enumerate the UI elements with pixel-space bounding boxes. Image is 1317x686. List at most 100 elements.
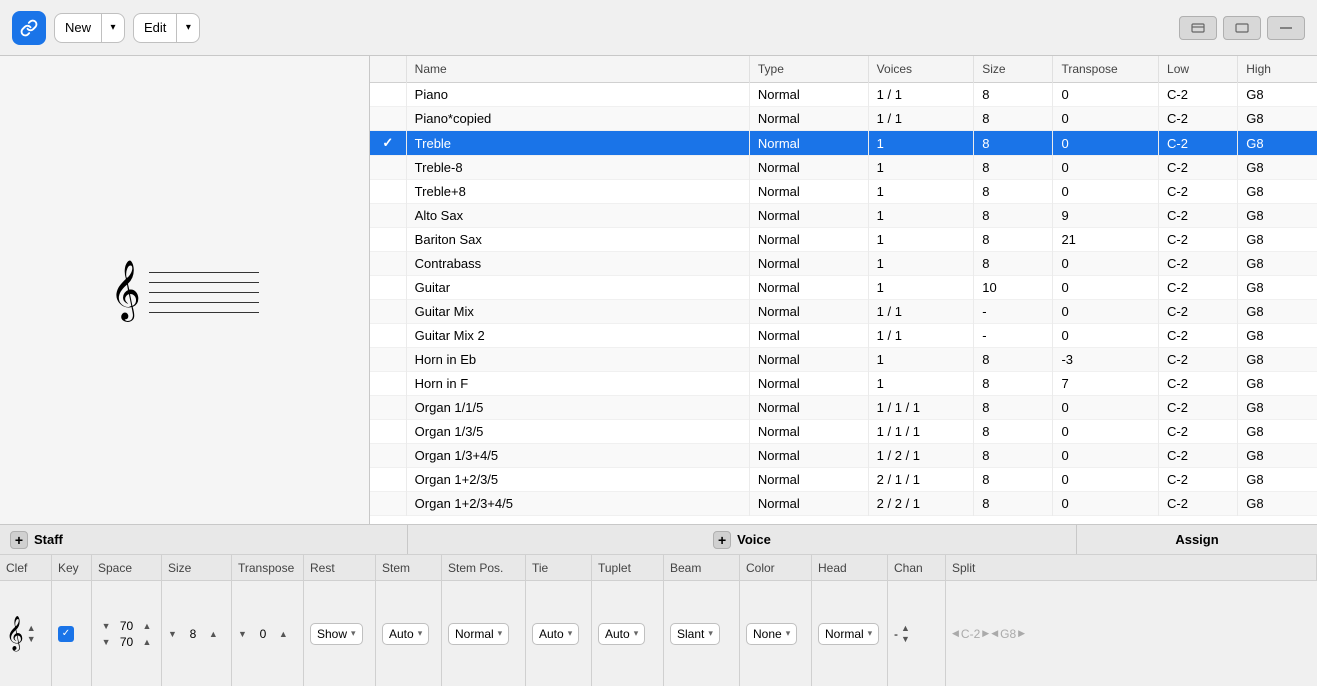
- window-btn-3[interactable]: [1267, 16, 1305, 40]
- new-split-button[interactable]: New ▾: [54, 13, 125, 43]
- row-voices: 1: [868, 372, 974, 396]
- row-voices: 1: [868, 228, 974, 252]
- row-type: Normal: [749, 300, 868, 324]
- tuplet-dropdown-arrow: ▾: [634, 628, 639, 639]
- ctrl-key: [52, 581, 92, 686]
- table-row[interactable]: Organ 1+2/3+4/5Normal2 / 2 / 180C-2G8: [370, 492, 1317, 516]
- row-check: [370, 468, 406, 492]
- row-check: [370, 228, 406, 252]
- link-button[interactable]: [12, 11, 46, 45]
- row-type: Normal: [749, 131, 868, 156]
- space2-down[interactable]: ▼: [102, 637, 111, 647]
- tie-dropdown[interactable]: Auto ▾: [532, 623, 579, 645]
- table-row[interactable]: Treble-8Normal180C-2G8: [370, 156, 1317, 180]
- table-row[interactable]: PianoNormal1 / 180C-2G8: [370, 83, 1317, 107]
- split-high-value: G8: [1000, 627, 1016, 641]
- table-row[interactable]: Organ 1/1/5Normal1 / 1 / 180C-2G8: [370, 396, 1317, 420]
- space-stepper-2: ▼ 70 ▲: [102, 635, 152, 649]
- table-row[interactable]: ContrabassNormal180C-2G8: [370, 252, 1317, 276]
- row-transpose: 0: [1053, 396, 1159, 420]
- row-type: Normal: [749, 324, 868, 348]
- space1-up[interactable]: ▲: [143, 621, 152, 631]
- edit-dropdown-arrow[interactable]: ▾: [177, 14, 199, 42]
- col-header-voices: Voices: [868, 56, 974, 83]
- rest-dropdown[interactable]: Show ▾: [310, 623, 363, 645]
- row-name: Guitar: [406, 276, 749, 300]
- table-row[interactable]: Piano*copiedNormal1 / 180C-2G8: [370, 107, 1317, 131]
- row-name: Horn in F: [406, 372, 749, 396]
- row-voices: 1: [868, 348, 974, 372]
- tuplet-dropdown[interactable]: Auto ▾: [598, 623, 645, 645]
- clef-up-arrow[interactable]: ▲: [27, 623, 36, 633]
- table-row[interactable]: Organ 1+2/3/5Normal2 / 1 / 180C-2G8: [370, 468, 1317, 492]
- row-voices: 1: [868, 180, 974, 204]
- stem-dropdown-arrow: ▾: [418, 628, 423, 639]
- table-row[interactable]: Bariton SaxNormal1821C-2G8: [370, 228, 1317, 252]
- row-name: Organ 1/3+4/5: [406, 444, 749, 468]
- new-button-label: New: [55, 14, 102, 42]
- split-high-left-arrow[interactable]: ◀: [991, 628, 998, 639]
- table-row[interactable]: Horn in EbNormal18-3C-2G8: [370, 348, 1317, 372]
- window-btn-2[interactable]: [1223, 16, 1261, 40]
- transpose-down[interactable]: ▼: [238, 629, 247, 639]
- head-dropdown[interactable]: Normal ▾: [818, 623, 879, 645]
- col-header-high: High: [1238, 56, 1317, 83]
- add-staff-button[interactable]: +: [10, 531, 28, 549]
- space2-value: 70: [113, 635, 141, 649]
- split-low-left-arrow[interactable]: ◀: [952, 628, 959, 639]
- row-type: Normal: [749, 492, 868, 516]
- table-row[interactable]: Guitar Mix 2Normal1 / 1-0C-2G8: [370, 324, 1317, 348]
- table-row[interactable]: ✓TrebleNormal180C-2G8: [370, 131, 1317, 156]
- stempos-dropdown[interactable]: Normal ▾: [448, 623, 509, 645]
- row-transpose: 0: [1053, 107, 1159, 131]
- row-low: C-2: [1159, 468, 1238, 492]
- row-voices: 1: [868, 131, 974, 156]
- table-row[interactable]: Guitar MixNormal1 / 1-0C-2G8: [370, 300, 1317, 324]
- row-check: [370, 348, 406, 372]
- tie-dropdown-arrow: ▾: [568, 628, 573, 639]
- row-voices: 1: [868, 276, 974, 300]
- table-row[interactable]: Organ 1/3/5Normal1 / 1 / 180C-2G8: [370, 420, 1317, 444]
- row-name: Bariton Sax: [406, 228, 749, 252]
- table-row[interactable]: Organ 1/3+4/5Normal1 / 2 / 180C-2G8: [370, 444, 1317, 468]
- label-color: Color: [740, 555, 812, 580]
- table-row[interactable]: Treble+8Normal180C-2G8: [370, 180, 1317, 204]
- color-dropdown-arrow: ▾: [786, 628, 791, 639]
- row-transpose: 0: [1053, 156, 1159, 180]
- clef-down-arrow[interactable]: ▼: [27, 634, 36, 644]
- chan-up[interactable]: ▲: [901, 623, 910, 633]
- row-name: Organ 1+2/3/5: [406, 468, 749, 492]
- chan-down[interactable]: ▼: [901, 634, 910, 644]
- color-dropdown[interactable]: None ▾: [746, 623, 797, 645]
- space1-down[interactable]: ▼: [102, 621, 111, 631]
- clef-symbol[interactable]: 𝄞: [6, 619, 24, 649]
- split-high-right-arrow[interactable]: ▶: [1018, 628, 1025, 639]
- transpose-up[interactable]: ▲: [279, 629, 288, 639]
- beam-dropdown[interactable]: Slant ▾: [670, 623, 720, 645]
- row-low: C-2: [1159, 276, 1238, 300]
- row-name: Contrabass: [406, 252, 749, 276]
- row-size: 8: [974, 252, 1053, 276]
- table-row[interactable]: GuitarNormal1100C-2G8: [370, 276, 1317, 300]
- split-low-value: C-2: [961, 627, 980, 641]
- new-dropdown-arrow[interactable]: ▾: [102, 14, 124, 42]
- rest-dropdown-value: Show: [317, 627, 347, 641]
- row-low: C-2: [1159, 156, 1238, 180]
- split-low-right-arrow[interactable]: ▶: [982, 628, 989, 639]
- size-down[interactable]: ▼: [168, 629, 177, 639]
- voice-header-label: Voice: [737, 532, 771, 547]
- transpose-value: 0: [249, 627, 277, 641]
- row-voices: 2 / 1 / 1: [868, 468, 974, 492]
- stem-dropdown[interactable]: Auto ▾: [382, 623, 429, 645]
- table-row[interactable]: Horn in FNormal187C-2G8: [370, 372, 1317, 396]
- space2-up[interactable]: ▲: [143, 637, 152, 647]
- label-chan: Chan: [888, 555, 946, 580]
- edit-split-button[interactable]: Edit ▾: [133, 13, 200, 43]
- key-checkbox[interactable]: [58, 626, 74, 642]
- window-btn-1[interactable]: [1179, 16, 1217, 40]
- stem-dropdown-value: Auto: [389, 627, 414, 641]
- staff-header-label: Staff: [34, 532, 63, 547]
- table-row[interactable]: Alto SaxNormal189C-2G8: [370, 204, 1317, 228]
- add-voice-button[interactable]: +: [713, 531, 731, 549]
- size-up[interactable]: ▲: [209, 629, 218, 639]
